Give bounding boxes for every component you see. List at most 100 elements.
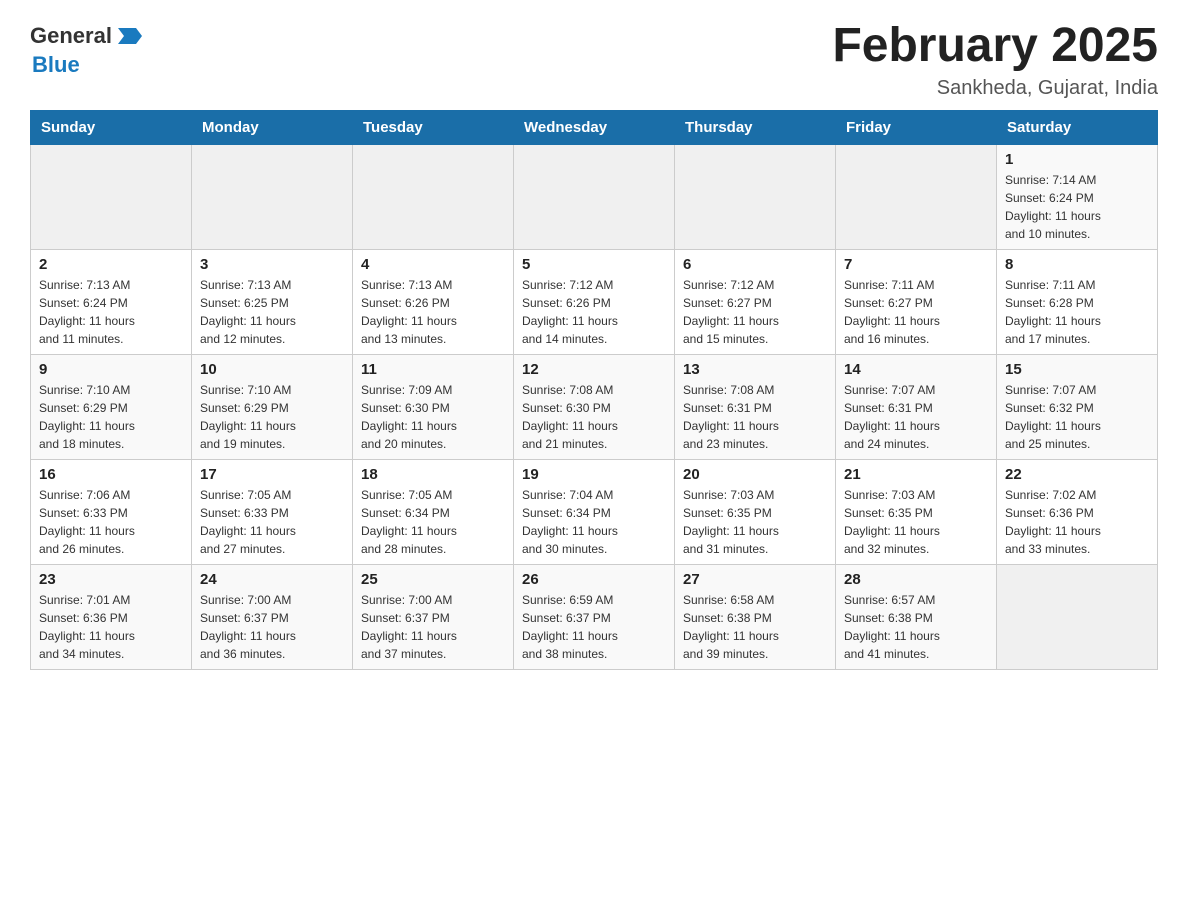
day-info: Sunrise: 7:05 AM Sunset: 6:33 PM Dayligh…: [200, 486, 344, 558]
calendar-subtitle: Sankheda, Gujarat, India: [832, 77, 1158, 100]
col-sunday: Sunday: [31, 110, 192, 144]
day-number: 17: [200, 466, 344, 483]
table-row: 1 Sunrise: 7:14 AM Sunset: 6:24 PM Daylig…: [997, 144, 1158, 249]
col-friday: Friday: [836, 110, 997, 144]
logo-general-text: General: [30, 23, 112, 49]
table-row: 12 Sunrise: 7:08 AM Sunset: 6:30 PM Dayli…: [514, 354, 675, 459]
calendar-week-row: 9 Sunrise: 7:10 AM Sunset: 6:29 PM Daylig…: [31, 354, 1158, 459]
day-info: Sunrise: 7:13 AM Sunset: 6:24 PM Dayligh…: [39, 276, 183, 348]
day-info: Sunrise: 7:11 AM Sunset: 6:27 PM Dayligh…: [844, 276, 988, 348]
day-number: 14: [844, 361, 988, 378]
day-info: Sunrise: 6:59 AM Sunset: 6:37 PM Dayligh…: [522, 591, 666, 663]
day-number: 10: [200, 361, 344, 378]
day-number: 1: [1005, 151, 1149, 168]
day-number: 9: [39, 361, 183, 378]
day-number: 11: [361, 361, 505, 378]
day-number: 19: [522, 466, 666, 483]
table-row: 4Sunrise: 7:13 AM Sunset: 6:26 PM Daylig…: [353, 249, 514, 354]
day-info: Sunrise: 7:09 AM Sunset: 6:30 PM Dayligh…: [361, 381, 505, 453]
calendar-week-row: 23 Sunrise: 7:01 AM Sunset: 6:36 PM Dayli…: [31, 564, 1158, 669]
day-info: Sunrise: 7:07 AM Sunset: 6:32 PM Dayligh…: [1005, 381, 1149, 453]
day-info: Sunrise: 7:12 AM Sunset: 6:27 PM Dayligh…: [683, 276, 827, 348]
day-info: Sunrise: 6:58 AM Sunset: 6:38 PM Dayligh…: [683, 591, 827, 663]
table-row: [675, 144, 836, 249]
table-row: 25Sunrise: 7:00 AM Sunset: 6:37 PM Dayli…: [353, 564, 514, 669]
table-row: 15 Sunrise: 7:07 AM Sunset: 6:32 PM Dayli…: [997, 354, 1158, 459]
calendar-title: February 2025: [832, 20, 1158, 73]
day-number: 27: [683, 571, 827, 588]
day-info: Sunrise: 7:14 AM Sunset: 6:24 PM Dayligh…: [1005, 171, 1149, 243]
day-info: Sunrise: 6:57 AM Sunset: 6:38 PM Dayligh…: [844, 591, 988, 663]
day-info: Sunrise: 7:03 AM Sunset: 6:35 PM Dayligh…: [683, 486, 827, 558]
table-row: [514, 144, 675, 249]
day-number: 18: [361, 466, 505, 483]
day-number: 7: [844, 256, 988, 273]
table-row: [192, 144, 353, 249]
day-info: Sunrise: 7:10 AM Sunset: 6:29 PM Dayligh…: [39, 381, 183, 453]
day-info: Sunrise: 7:13 AM Sunset: 6:25 PM Dayligh…: [200, 276, 344, 348]
day-info: Sunrise: 7:02 AM Sunset: 6:36 PM Dayligh…: [1005, 486, 1149, 558]
day-info: Sunrise: 7:08 AM Sunset: 6:30 PM Dayligh…: [522, 381, 666, 453]
calendar-header-row: Sunday Monday Tuesday Wednesday Thursday…: [31, 110, 1158, 144]
day-number: 28: [844, 571, 988, 588]
day-info: Sunrise: 7:00 AM Sunset: 6:37 PM Dayligh…: [200, 591, 344, 663]
day-number: 22: [1005, 466, 1149, 483]
day-number: 3: [200, 256, 344, 273]
day-info: Sunrise: 7:03 AM Sunset: 6:35 PM Dayligh…: [844, 486, 988, 558]
logo-arrow-icon: [114, 20, 146, 52]
table-row: 10 Sunrise: 7:10 AM Sunset: 6:29 PM Dayli…: [192, 354, 353, 459]
table-row: [353, 144, 514, 249]
day-number: 16: [39, 466, 183, 483]
day-number: 13: [683, 361, 827, 378]
day-info: Sunrise: 7:10 AM Sunset: 6:29 PM Dayligh…: [200, 381, 344, 453]
table-row: 16 Sunrise: 7:06 AM Sunset: 6:33 PM Dayli…: [31, 459, 192, 564]
logo: General Blue: [30, 20, 146, 78]
day-number: 2: [39, 256, 183, 273]
day-info: Sunrise: 7:06 AM Sunset: 6:33 PM Dayligh…: [39, 486, 183, 558]
table-row: 3 Sunrise: 7:13 AM Sunset: 6:25 PM Daylig…: [192, 249, 353, 354]
table-row: 6 Sunrise: 7:12 AM Sunset: 6:27 PM Daylig…: [675, 249, 836, 354]
table-row: 28 Sunrise: 6:57 AM Sunset: 6:38 PM Dayli…: [836, 564, 997, 669]
table-row: 22 Sunrise: 7:02 AM Sunset: 6:36 PM Dayli…: [997, 459, 1158, 564]
table-row: 17 Sunrise: 7:05 AM Sunset: 6:33 PM Dayli…: [192, 459, 353, 564]
day-number: 12: [522, 361, 666, 378]
table-row: 14 Sunrise: 7:07 AM Sunset: 6:31 PM Dayli…: [836, 354, 997, 459]
day-number: 23: [39, 571, 183, 588]
table-row: 20 Sunrise: 7:03 AM Sunset: 6:35 PM Dayli…: [675, 459, 836, 564]
col-monday: Monday: [192, 110, 353, 144]
table-row: 24 Sunrise: 7:00 AM Sunset: 6:37 PM Dayli…: [192, 564, 353, 669]
table-row: 11 Sunrise: 7:09 AM Sunset: 6:30 PM Dayli…: [353, 354, 514, 459]
day-number: 25: [361, 571, 505, 588]
table-row: 2 Sunrise: 7:13 AM Sunset: 6:24 PM Daylig…: [31, 249, 192, 354]
calendar-week-row: 1 Sunrise: 7:14 AM Sunset: 6:24 PM Daylig…: [31, 144, 1158, 249]
day-number: 24: [200, 571, 344, 588]
calendar-week-row: 2 Sunrise: 7:13 AM Sunset: 6:24 PM Daylig…: [31, 249, 1158, 354]
day-number: 5: [522, 256, 666, 273]
day-number: 6: [683, 256, 827, 273]
day-number: 4: [361, 256, 505, 273]
calendar-week-row: 16 Sunrise: 7:06 AM Sunset: 6:33 PM Dayli…: [31, 459, 1158, 564]
table-row: 7 Sunrise: 7:11 AM Sunset: 6:27 PM Daylig…: [836, 249, 997, 354]
table-row: 18 Sunrise: 7:05 AM Sunset: 6:34 PM Dayli…: [353, 459, 514, 564]
day-info: Sunrise: 7:01 AM Sunset: 6:36 PM Dayligh…: [39, 591, 183, 663]
day-number: 26: [522, 571, 666, 588]
day-number: 20: [683, 466, 827, 483]
day-info: Sunrise: 7:12 AM Sunset: 6:26 PM Dayligh…: [522, 276, 666, 348]
calendar-table: Sunday Monday Tuesday Wednesday Thursday…: [30, 110, 1158, 670]
day-info: Sunrise: 7:04 AM Sunset: 6:34 PM Dayligh…: [522, 486, 666, 558]
col-saturday: Saturday: [997, 110, 1158, 144]
table-row: [31, 144, 192, 249]
table-row: 23 Sunrise: 7:01 AM Sunset: 6:36 PM Dayli…: [31, 564, 192, 669]
table-row: 21Sunrise: 7:03 AM Sunset: 6:35 PM Dayli…: [836, 459, 997, 564]
day-number: 15: [1005, 361, 1149, 378]
col-thursday: Thursday: [675, 110, 836, 144]
logo-blue-text: Blue: [32, 52, 80, 78]
day-info: Sunrise: 7:05 AM Sunset: 6:34 PM Dayligh…: [361, 486, 505, 558]
table-row: 13Sunrise: 7:08 AM Sunset: 6:31 PM Dayli…: [675, 354, 836, 459]
day-info: Sunrise: 7:07 AM Sunset: 6:31 PM Dayligh…: [844, 381, 988, 453]
col-wednesday: Wednesday: [514, 110, 675, 144]
table-row: 26 Sunrise: 6:59 AM Sunset: 6:37 PM Dayli…: [514, 564, 675, 669]
table-row: 8Sunrise: 7:11 AM Sunset: 6:28 PM Daylig…: [997, 249, 1158, 354]
table-row: 19 Sunrise: 7:04 AM Sunset: 6:34 PM Dayli…: [514, 459, 675, 564]
page-header: General Blue February 2025 Sankheda, Guj…: [30, 20, 1158, 100]
